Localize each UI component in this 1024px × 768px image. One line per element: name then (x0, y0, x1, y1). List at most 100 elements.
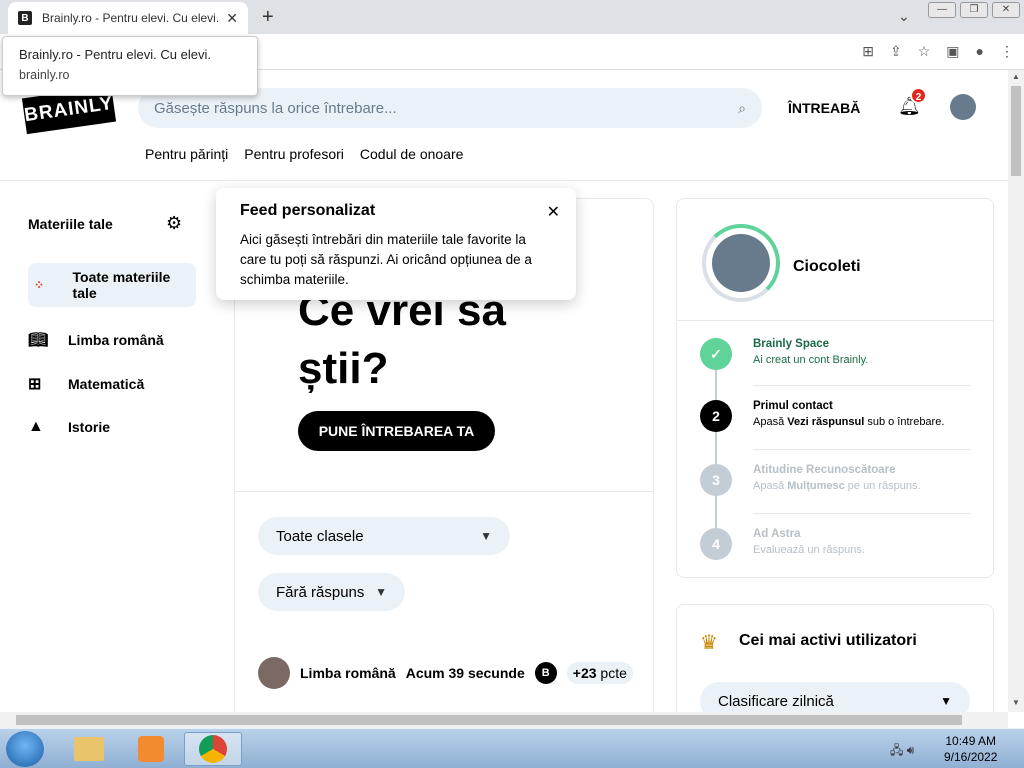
ranking-value: Clasificare zilnică (718, 692, 834, 710)
minimize-button[interactable]: — (928, 2, 956, 18)
step-divider (753, 385, 971, 386)
step-desc-post: sub o întrebare. (864, 416, 945, 428)
clock-time: 10:49 AM (945, 734, 997, 748)
chrome-icon[interactable] (184, 732, 242, 766)
class-filter-select[interactable]: Toate clasele ▼ (258, 517, 510, 555)
crown-icon: ♛ (700, 632, 718, 654)
sidebar-item-history[interactable]: ▲ Istorie (28, 418, 196, 436)
answer-filter-value: Fără răspuns (276, 583, 365, 601)
tab-hover-tooltip: Brainly.ro - Pentru elevi. Cu elevi. bra… (2, 36, 258, 96)
book-icon: 📖︎ (28, 332, 49, 349)
tooltip-url: brainly.ro (19, 68, 70, 82)
feed-popover: Feed personalizat Aici găsești întrebări… (216, 188, 576, 300)
step-desc: Ai creat un cont Brainly. (753, 354, 869, 366)
tab-search-chevron-icon[interactable]: ⌄ (898, 8, 910, 25)
translate-icon[interactable]: ⊞ (862, 43, 874, 60)
step-title: Ad Astra (753, 528, 801, 540)
new-tab-button[interactable]: + (262, 6, 274, 29)
scroll-thumb[interactable] (16, 715, 962, 725)
points-badge: +23 pcte (566, 662, 633, 684)
step-title: Primul contact (753, 400, 833, 412)
share-icon[interactable]: ⇪ (890, 43, 902, 60)
step-desc: Evaluează un răspuns. (753, 544, 865, 556)
ranking-select[interactable]: Clasificare zilnică ▼ (700, 682, 970, 712)
asker-avatar[interactable] (258, 657, 290, 689)
nav-link-honor-code[interactable]: Codul de onoare (360, 146, 464, 162)
step-title: Brainly Space (753, 338, 830, 350)
answer-filter-select[interactable]: Fără răspuns ▼ (258, 573, 405, 611)
scroll-thumb[interactable] (1011, 86, 1021, 176)
step-desc: Apasă Vezi răspunsul sub o întrebare. (753, 416, 944, 428)
step-desc-bold: Mulțumesc (787, 480, 845, 492)
check-icon: ✓ (700, 338, 732, 370)
chevron-down-icon: ▼ (375, 585, 387, 599)
step-connector (715, 432, 717, 464)
clock[interactable]: 10:49 AM 9/16/2022 (944, 733, 997, 765)
points-unit: pcte (600, 665, 627, 681)
scroll-up-icon[interactable]: ▲ (1012, 72, 1020, 81)
nav-link-parents[interactable]: Pentru părinți (145, 146, 228, 162)
search-placeholder: Găsește răspuns la orice întrebare... (154, 99, 397, 117)
gear-icon[interactable]: ⚙ (166, 213, 182, 234)
chevron-down-icon: ▼ (940, 694, 952, 708)
question-meta: Limba română Acum 39 secunde B +23 pcte (258, 657, 633, 689)
maximize-button[interactable]: ❐ (960, 2, 988, 18)
sidebar-item-label: Istorie (68, 419, 111, 435)
scroll-down-icon[interactable]: ▼ (1012, 698, 1020, 707)
vertical-scrollbar[interactable]: ▲ ▼ (1008, 70, 1024, 712)
top-nav: Pentru părinți Pentru profesori Codul de… (145, 146, 463, 162)
clock-date: 9/16/2022 (944, 750, 998, 764)
start-button[interactable] (6, 731, 44, 767)
close-icon[interactable]: ✕ (547, 202, 560, 222)
sidebar-item-label: Matematică (68, 376, 145, 392)
close-tab-icon[interactable]: ✕ (226, 10, 238, 27)
windows-taskbar: 🖧 🔊︎ 10:49 AM 9/16/2022 (0, 728, 1024, 768)
sidebar-item-all-subjects[interactable]: ⁘ Toate materiile tale (28, 263, 196, 307)
grid-dots-icon: ⁘ (34, 278, 45, 292)
chevron-down-icon: ▼ (480, 529, 492, 543)
notification-badge: 2 (910, 87, 927, 104)
menu-icon[interactable]: ⋮ (1000, 43, 1014, 60)
pyramid-icon: ▲ (28, 418, 44, 435)
popover-body: Aici găsești întrebări din materiile tal… (240, 232, 532, 287)
class-filter-value: Toate clasele (276, 527, 364, 545)
nav-link-teachers[interactable]: Pentru profesori (244, 146, 344, 162)
tab-title: Brainly.ro - Pentru elevi. Cu elevi. (42, 11, 219, 25)
step-desc-pre: Apasă (753, 416, 788, 428)
step-connector (715, 496, 717, 528)
profile-icon[interactable]: ● (976, 43, 984, 60)
step-number: 2 (700, 400, 732, 432)
profile-avatar[interactable] (702, 224, 780, 302)
side-panel-icon[interactable]: ▣ (946, 43, 959, 60)
profile-divider (677, 320, 993, 321)
step-number: 3 (700, 464, 732, 496)
header-divider (0, 180, 1008, 181)
horizontal-scrollbar[interactable] (0, 712, 1008, 728)
points-icon: B (534, 662, 557, 684)
question-subject[interactable]: Limba română (300, 665, 396, 681)
browser-tab[interactable]: B Brainly.ro - Pentru elevi. Cu elevi. ✕ (8, 2, 248, 34)
sidebar-item-math[interactable]: ⊞ Matematică (28, 374, 196, 394)
explorer-icon[interactable] (60, 732, 118, 766)
sidebar-item-romanian[interactable]: 📖︎ Limba română (28, 330, 196, 350)
ask-question-button[interactable]: PUNE ÎNTREBAREA TA (298, 411, 495, 451)
step-desc-post: pe un răspuns. (844, 480, 921, 492)
system-tray-icons[interactable]: 🖧 🔊︎ (890, 741, 914, 762)
question-time: Acum 39 secunde (405, 665, 525, 681)
math-icon: ⊞ (28, 376, 42, 393)
profile-name[interactable]: Ciocoleti (793, 258, 861, 276)
web-page: BRAINLY Găsește răspuns la orice întreba… (0, 70, 1008, 712)
sidebar-title: Materiile tale (28, 216, 113, 232)
search-icon[interactable]: ⌕ (738, 100, 746, 117)
ask-question-link[interactable]: ÎNTREABĂ (788, 100, 860, 116)
hero-line-2: știi? (298, 344, 389, 393)
active-users-title: Cei mai activi utilizatori (739, 632, 917, 649)
close-window-button[interactable]: ✕ (992, 2, 1020, 18)
bookmark-star-icon[interactable]: ☆ (918, 43, 931, 60)
media-player-icon[interactable] (122, 732, 180, 766)
step-connector (715, 370, 717, 402)
user-avatar[interactable] (950, 94, 976, 120)
favicon-icon: B (18, 11, 32, 25)
step-desc-bold: Vezi răspunsul (787, 416, 865, 428)
card-divider (235, 491, 653, 492)
